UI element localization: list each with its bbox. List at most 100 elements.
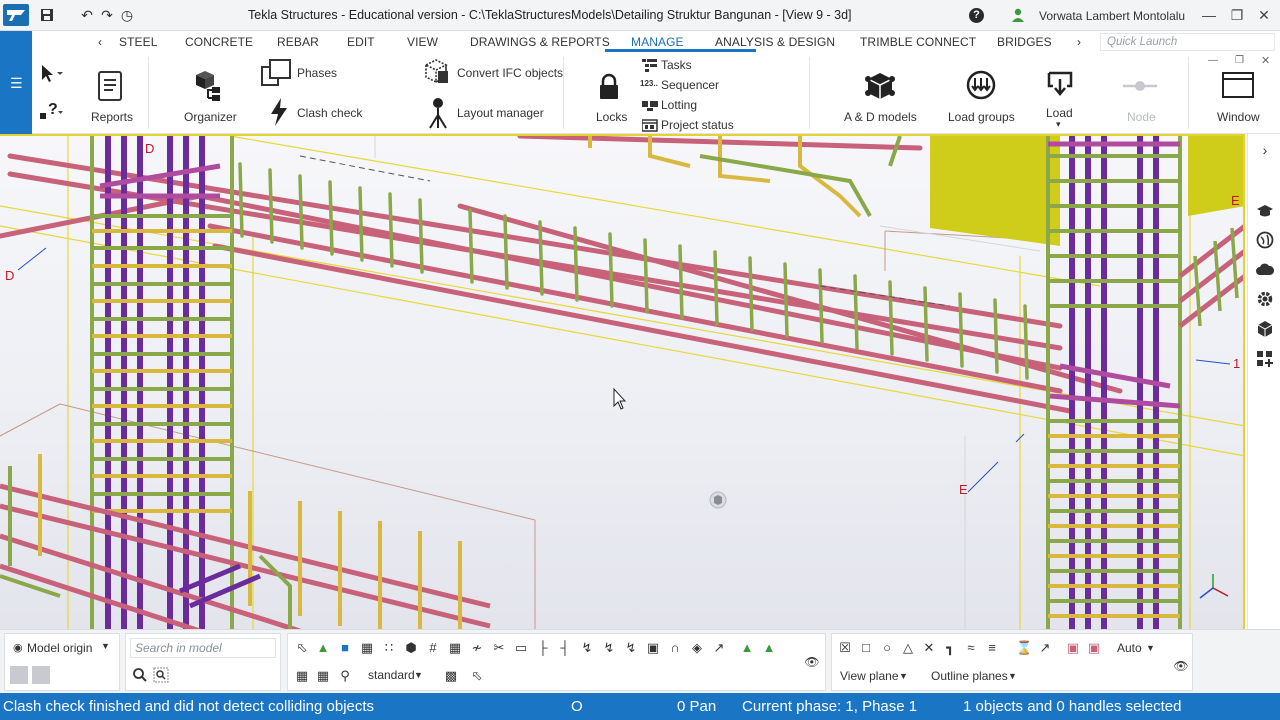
snap-points-icon[interactable]: ▦: [315, 668, 331, 684]
select-tool-icon[interactable]: [38, 63, 64, 83]
file-menu-strip[interactable]: ☰: [0, 31, 32, 134]
lotting-icon[interactable]: [642, 98, 658, 112]
load-icon[interactable]: [1045, 69, 1075, 99]
select-rebar-groups-icon[interactable]: ▦: [447, 640, 463, 656]
tasks-label[interactable]: Tasks: [661, 58, 692, 72]
help-icon[interactable]: ?: [969, 8, 984, 23]
redo-icon[interactable]: ↷: [99, 7, 115, 23]
view-plane-dropdown-icon[interactable]: ▼: [899, 671, 908, 681]
restore-icon[interactable]: ❐: [1227, 6, 1247, 24]
load-label[interactable]: Load: [1046, 106, 1073, 120]
load-groups-label[interactable]: Load groups: [948, 110, 1015, 124]
snap-free-icon[interactable]: ↗: [1037, 640, 1053, 656]
snap-visibility-eye-icon[interactable]: 👁: [1173, 658, 1189, 674]
auto-dropdown[interactable]: Auto: [1113, 639, 1146, 659]
tab-analysis-design[interactable]: ANALYSIS & DESIGN: [715, 35, 835, 49]
select-rebar-icon[interactable]: #: [425, 640, 441, 656]
load-dropdown-icon[interactable]: ▾: [1056, 119, 1061, 130]
standard-dropdown-icon[interactable]: ▼: [414, 670, 423, 680]
window-icon[interactable]: [1221, 71, 1255, 99]
snap-line-extension-icon[interactable]: ≈: [963, 640, 979, 656]
select-planes-icon[interactable]: ↯: [601, 640, 617, 656]
clash-check-label[interactable]: Clash check: [297, 106, 362, 120]
quick-launch-input[interactable]: Quick Launch: [1100, 33, 1275, 51]
organizer-label[interactable]: Organizer: [184, 110, 237, 124]
load-groups-icon[interactable]: [965, 69, 997, 101]
tab-concrete[interactable]: CONCRETE: [185, 35, 253, 49]
model-origin-dropdown-icon[interactable]: ▼: [101, 641, 110, 651]
select-reference-icon[interactable]: ≁: [469, 640, 485, 656]
tab-view[interactable]: VIEW: [407, 35, 438, 49]
snap-triangle-icon[interactable]: △: [900, 640, 916, 656]
layout-manager-icon[interactable]: [426, 95, 450, 129]
ribbon-minimize-icon[interactable]: —: [1208, 55, 1218, 66]
select-bolts-icon[interactable]: ∷: [381, 640, 397, 656]
tabs-scroll-left-icon[interactable]: ‹: [98, 35, 102, 49]
snap-nearest-icon[interactable]: ≡: [984, 640, 1000, 656]
lotting-label[interactable]: Lotting: [661, 98, 697, 112]
select-loads-icon[interactable]: ↗: [711, 640, 727, 656]
applications-icon[interactable]: [1256, 350, 1274, 368]
snap-intersection-icon[interactable]: ✕: [921, 640, 937, 656]
settings-gear-icon[interactable]: [1256, 290, 1274, 308]
search-icon[interactable]: [132, 667, 148, 683]
tab-bridges[interactable]: BRIDGES: [997, 35, 1052, 49]
search-in-model-input[interactable]: Search in model: [130, 638, 276, 658]
ribbon-restore-icon[interactable]: ❐: [1235, 55, 1244, 66]
select-views-icon[interactable]: ▭: [513, 640, 529, 656]
tekla-logo-icon[interactable]: [3, 4, 29, 26]
project-status-label[interactable]: Project status: [661, 118, 734, 132]
convert-ifc-icon[interactable]: [420, 57, 452, 87]
snap-geometry-icon[interactable]: □: [858, 640, 874, 656]
tab-rebar[interactable]: REBAR: [277, 35, 319, 49]
snap-search-icon[interactable]: ⚲: [337, 668, 353, 684]
select-analysis-icon[interactable]: ▲: [739, 640, 755, 656]
select-components-icon[interactable]: ⬢: [403, 640, 419, 656]
tab-edit[interactable]: EDIT: [347, 35, 375, 49]
user-icon[interactable]: [1011, 8, 1025, 23]
learning-icon[interactable]: [1256, 202, 1274, 220]
standard-dropdown[interactable]: standard: [364, 666, 419, 686]
search-options-icon[interactable]: [153, 667, 169, 683]
select-points-icon[interactable]: ↯: [579, 640, 595, 656]
select-cuts-icon[interactable]: ✂: [491, 640, 507, 656]
status-current-phase[interactable]: Current phase: 1, Phase 1: [742, 698, 917, 715]
expand-panel-icon[interactable]: ›: [1256, 141, 1274, 159]
tab-steel[interactable]: STEEL: [119, 35, 158, 49]
ad-models-icon[interactable]: [864, 69, 896, 103]
snap-3d-icon[interactable]: ▣: [1086, 640, 1102, 656]
cloud-icon[interactable]: [1256, 261, 1275, 279]
select-parts-icon[interactable]: ▲: [315, 640, 331, 656]
locks-label[interactable]: Locks: [596, 110, 627, 124]
sequencer-label[interactable]: Sequencer: [661, 78, 719, 92]
select-layers-icon[interactable]: ◈: [689, 640, 705, 656]
reports-label[interactable]: Reports: [91, 110, 133, 124]
visibility-eye-icon[interactable]: 👁: [804, 654, 820, 670]
model-view-3d[interactable]: D D E E 1: [0, 134, 1245, 629]
object-properties-icon[interactable]: [1256, 320, 1274, 338]
auto-dropdown-icon[interactable]: ▼: [1146, 643, 1155, 653]
select-welds-icon[interactable]: ▦: [359, 640, 375, 656]
reports-icon[interactable]: [95, 69, 125, 103]
globe-icon[interactable]: [1256, 231, 1274, 249]
phases-label[interactable]: Phases: [297, 66, 337, 80]
undo-icon[interactable]: ↶: [79, 7, 95, 23]
minimize-icon[interactable]: —: [1199, 6, 1219, 24]
ad-models-label[interactable]: A & D models: [844, 110, 917, 124]
select-grids-icon[interactable]: ├: [535, 640, 551, 656]
tab-drawings-reports[interactable]: DRAWINGS & REPORTS: [470, 35, 610, 49]
hamburger-menu-icon[interactable]: ☰: [10, 75, 23, 92]
tasks-icon[interactable]: [642, 58, 658, 72]
tab-manage[interactable]: MANAGE: [631, 35, 684, 49]
select-assemblies-icon[interactable]: ▣: [645, 640, 661, 656]
snap-hourglass-icon[interactable]: ⌛: [1016, 640, 1032, 656]
clash-check-icon[interactable]: [268, 97, 290, 127]
project-status-icon[interactable]: [641, 118, 658, 132]
snap-reference-lines-icon[interactable]: ☒: [837, 640, 853, 656]
organizer-icon[interactable]: [190, 69, 226, 103]
convert-ifc-label[interactable]: Convert IFC objects: [457, 66, 563, 80]
status-ortho[interactable]: O: [571, 698, 583, 715]
smart-select-icon[interactable]: ?: [38, 99, 64, 121]
lock-icon[interactable]: [598, 73, 620, 101]
outline-planes-dropdown-icon[interactable]: ▼: [1008, 671, 1017, 681]
